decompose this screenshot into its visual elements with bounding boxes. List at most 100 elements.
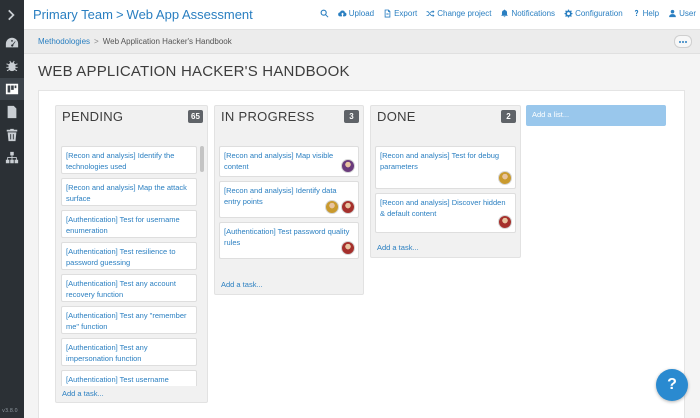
top-nav: Upload Export Change project Notificatio… (320, 9, 696, 18)
dashboard-icon (5, 37, 19, 48)
help-button[interactable]: Help (632, 9, 659, 18)
expand-sidebar-button[interactable] (0, 4, 24, 26)
avatar[interactable] (325, 200, 339, 214)
task-title: [Authentication] Test any account recove… (66, 279, 176, 299)
task-title: [Authentication] Test password quality r… (224, 227, 350, 247)
board-icon (5, 83, 19, 95)
bell-icon (501, 9, 509, 18)
upload-label: Upload (348, 9, 375, 18)
methodologies-button[interactable] (0, 78, 24, 100)
task-card[interactable]: [Recon and analysis] Map visible content (219, 146, 359, 177)
trash-icon (6, 128, 18, 142)
user-label: User (679, 9, 696, 18)
sitemap-icon (5, 151, 19, 164)
team-separator: > (115, 7, 124, 22)
task-card[interactable]: [Authentication] Test username uniquenes… (61, 370, 197, 386)
help-chat-button[interactable]: ? (656, 369, 688, 401)
team-link[interactable]: Primary Team (33, 7, 113, 22)
gear-icon (564, 9, 573, 18)
task-card[interactable]: [Authentication] Test any account recove… (61, 274, 197, 302)
search-icon (320, 9, 329, 18)
change-project-button[interactable]: Change project (426, 9, 491, 18)
shuffle-icon (426, 10, 435, 18)
page-title: WEB APPLICATION HACKER'S HANDBOOK (38, 63, 350, 80)
more-options-button[interactable] (674, 35, 692, 48)
cloud-upload-icon (337, 10, 347, 17)
document-icon (7, 105, 17, 119)
avatar[interactable] (341, 241, 355, 255)
avatar[interactable] (341, 200, 355, 214)
avatar[interactable] (498, 215, 512, 229)
export-button[interactable]: Export (383, 9, 417, 18)
user-menu-button[interactable]: User (668, 9, 696, 18)
breadcrumb-methodologies-link[interactable]: Methodologies (38, 37, 90, 46)
task-title: [Authentication] Test resilience to pass… (66, 247, 176, 267)
avatar[interactable] (341, 159, 355, 173)
task-card[interactable]: [Recon and analysis] Identify the techno… (61, 146, 197, 174)
question-icon (634, 9, 638, 17)
task-card[interactable]: [Recon and analysis] Identify data entry… (219, 181, 359, 218)
task-title: [Authentication] Test any impersonation … (66, 343, 148, 363)
task-card[interactable]: [Authentication] Test password quality r… (219, 222, 359, 259)
ellipsis-dot-icon (682, 40, 684, 43)
scrollbar-track[interactable] (200, 146, 205, 386)
task-title: [Recon and analysis] Discover hidden & d… (380, 198, 506, 218)
task-card[interactable]: [Authentication] Test any "remember me" … (61, 306, 197, 334)
task-card[interactable]: [Authentication] Test for username enume… (61, 210, 197, 238)
trash-button[interactable] (0, 124, 24, 146)
task-count-badge: 2 (501, 110, 516, 123)
add-task-link[interactable]: Add a task... (221, 280, 263, 289)
assignee-avatars (325, 200, 355, 214)
task-title: [Authentication] Test for username enume… (66, 215, 180, 235)
document-export-icon (384, 9, 391, 18)
add-task-link[interactable]: Add a task... (62, 389, 104, 398)
search-button[interactable] (320, 9, 329, 18)
list-pending: PENDING 65 [Recon and analysis] Identify… (55, 105, 208, 403)
breadcrumb: Methodologies > Web Application Hacker's H… (38, 37, 232, 46)
task-card[interactable]: [Recon and analysis] Discover hidden & d… (375, 193, 516, 233)
bug-icon (6, 60, 18, 72)
task-count-badge: 65 (188, 110, 203, 123)
chevron-right-icon (8, 9, 15, 21)
export-label: Export (394, 9, 418, 18)
list-in-progress: IN PROGRESS 3 [Recon and analysis] Map v… (214, 105, 364, 295)
assignee-avatars (498, 215, 512, 229)
add-task-link[interactable]: Add a task... (377, 243, 419, 252)
ellipsis-dot-icon (685, 40, 687, 43)
left-rail: v3.8.0 (0, 0, 24, 418)
card-list: [Recon and analysis] Test for debug para… (375, 146, 516, 237)
list-title[interactable]: PENDING (62, 109, 123, 124)
add-list-input[interactable]: Add a list... (526, 105, 666, 126)
upload-button[interactable]: Upload (337, 9, 375, 18)
task-title: [Recon and analysis] Test for debug para… (380, 151, 500, 171)
task-card[interactable]: [Authentication] Test resilience to pass… (61, 242, 197, 270)
list-done: DONE 2 [Recon and analysis] Test for deb… (370, 105, 521, 258)
list-title[interactable]: IN PROGRESS (221, 109, 315, 124)
vulnerabilities-button[interactable] (0, 55, 24, 77)
list-header: PENDING 65 (56, 106, 207, 128)
assignee-avatars (341, 241, 355, 255)
configuration-button[interactable]: Configuration (564, 9, 623, 18)
breadcrumb-current: Web Application Hacker's Handbook (102, 37, 232, 46)
help-label: Help (642, 9, 660, 18)
avatar[interactable] (498, 171, 512, 185)
list-header: DONE 2 (371, 106, 520, 128)
breadcrumb-separator: > (94, 37, 99, 46)
task-title: [Recon and analysis] Map visible content (224, 151, 334, 171)
list-header: IN PROGRESS 3 (215, 106, 363, 128)
list-title[interactable]: DONE (377, 109, 416, 124)
task-title: [Recon and analysis] Map the attack surf… (66, 183, 187, 203)
sitemap-button[interactable] (0, 147, 24, 169)
task-card[interactable]: [Recon and analysis] Test for debug para… (375, 146, 516, 189)
ellipsis-dot-icon (679, 40, 681, 43)
assignee-avatars (341, 159, 355, 173)
project-link[interactable]: Web App Assessment (127, 7, 253, 22)
kanban-board: PENDING 65 [Recon and analysis] Identify… (38, 90, 685, 418)
notifications-button[interactable]: Notifications (500, 9, 555, 18)
task-card[interactable]: [Recon and analysis] Map the attack surf… (61, 178, 197, 206)
scrollbar-thumb[interactable] (200, 146, 204, 172)
task-card[interactable]: [Authentication] Test any impersonation … (61, 338, 197, 366)
project-breadcrumb: Primary Team > Web App Assessment (33, 7, 253, 22)
documents-button[interactable] (0, 101, 24, 123)
dashboard-button[interactable] (0, 32, 24, 54)
